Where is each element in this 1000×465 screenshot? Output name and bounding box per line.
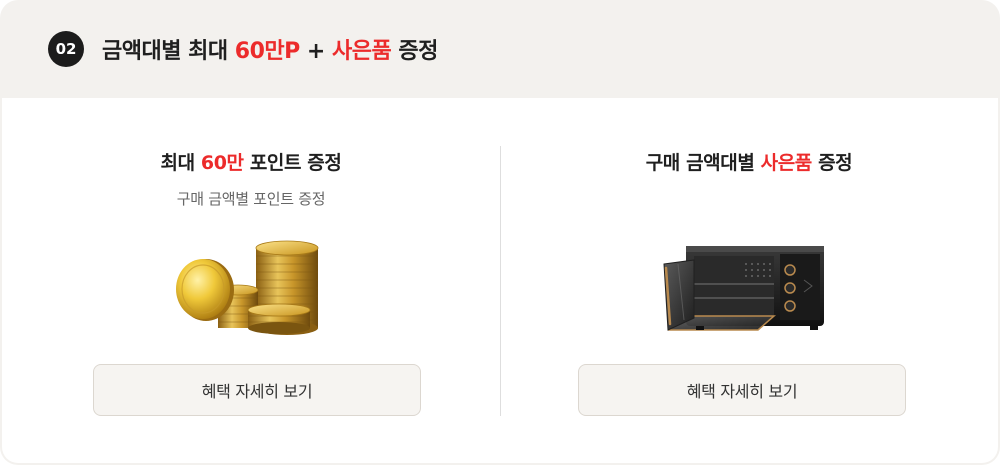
header-title-highlight-points: 60만P xyxy=(234,39,300,64)
front-coin-stack xyxy=(247,303,311,334)
benefit-card: 02 금액대별 최대 60만P + 사은품 증정 최대 60만 포인트 증정 구… xyxy=(0,0,1000,465)
header-title-suffix: 증정 xyxy=(391,39,438,64)
benefit-panel: 최대 60만 포인트 증정 구매 금액별 포인트 증정 혜택 자세히 보기 구매… xyxy=(2,98,998,463)
points-title-prefix: 최대 xyxy=(160,152,201,174)
gift-benefit-detail-button[interactable]: 혜택 자세히 보기 xyxy=(578,364,906,416)
oven-knobs xyxy=(784,264,796,312)
gift-title-suffix: 증정 xyxy=(811,152,853,174)
gift-benefit-title: 구매 금액대별 사은품 증정 xyxy=(500,148,998,175)
standing-coin xyxy=(176,259,234,321)
header-title-middle: + xyxy=(299,39,333,64)
gift-benefit-column: 구매 금액대별 사은품 증정 혜택 자세히 보기 xyxy=(500,98,998,463)
step-number-badge: 02 xyxy=(48,31,84,67)
gift-title-highlight: 사은품 xyxy=(760,152,813,174)
electric-oven-image xyxy=(663,246,824,331)
points-benefit-column: 최대 60만 포인트 증정 구매 금액별 포인트 증정 혜택 자세히 보기 xyxy=(2,98,500,463)
points-benefit-subtitle: 구매 금액별 포인트 증정 xyxy=(176,190,326,208)
points-benefit-detail-button[interactable]: 혜택 자세히 보기 xyxy=(93,364,421,416)
benefit-header: 02 금액대별 최대 60만P + 사은품 증정 xyxy=(0,0,1000,98)
points-title-suffix: 포인트 증정 xyxy=(243,152,342,174)
header-title-highlight-gift: 사은품 xyxy=(332,39,392,64)
header-title-prefix: 금액대별 최대 xyxy=(102,39,235,64)
points-benefit-title: 최대 60만 포인트 증정 xyxy=(2,148,500,175)
benefit-header-title: 금액대별 최대 60만P + 사은품 증정 xyxy=(102,33,438,65)
gift-title-prefix: 구매 금액대별 xyxy=(645,152,761,174)
gold-coins-image xyxy=(176,240,319,335)
points-title-highlight: 60만 xyxy=(200,152,244,174)
